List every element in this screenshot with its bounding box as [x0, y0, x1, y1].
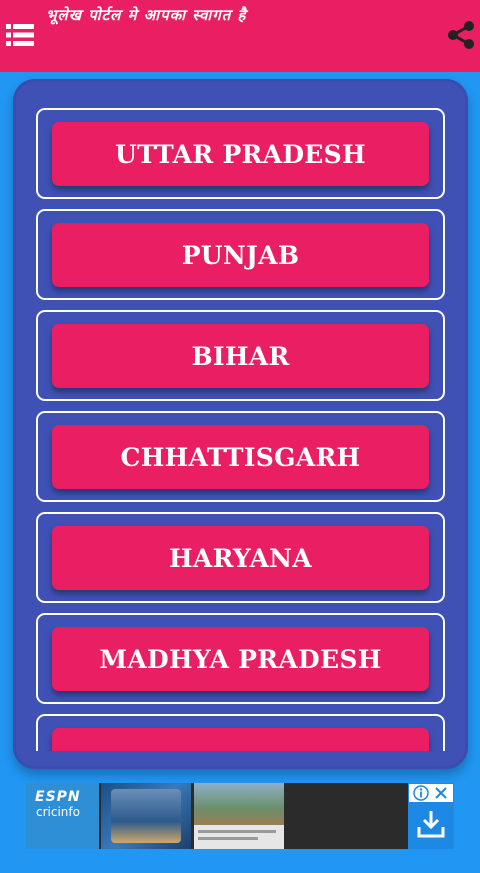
info-icon[interactable] [413, 785, 429, 801]
download-icon [417, 811, 445, 838]
ad-phone-image [101, 783, 191, 849]
state-button[interactable]: HARYANA [52, 526, 429, 590]
state-card [36, 714, 445, 751]
ad-logo-top: ESPN [35, 789, 81, 805]
state-button[interactable]: PUNJAB [52, 223, 429, 287]
ad-info-bar [409, 784, 453, 802]
state-button[interactable]: MADHYA PRADESH [52, 627, 429, 691]
ad-logo: ESPN cricinfo [26, 783, 99, 849]
state-card: UTTAR PRADESH [36, 108, 445, 199]
state-list[interactable]: UTTAR PRADESH PUNJAB BIHAR CHHATTISGARH HARY… [13, 79, 468, 751]
state-button[interactable]: UTTAR PRADESH [52, 122, 429, 186]
state-card: MADHYA PRADESH [36, 613, 445, 704]
app-title: भूलेख पोर्टल मे आपका स्वागत है [46, 6, 247, 24]
state-card: CHHATTISGARH [36, 411, 445, 502]
ad-photo-image [194, 783, 284, 825]
ad-logo-bottom: cricinfo [36, 805, 80, 819]
state-button[interactable]: BIHAR [52, 324, 429, 388]
app-bar: भूलेख पोर्टल मे आपका स्वागत है [0, 0, 480, 72]
ad-caption-image [194, 825, 284, 849]
share-icon[interactable] [447, 20, 475, 50]
state-card: BIHAR [36, 310, 445, 401]
close-icon[interactable] [434, 786, 448, 800]
state-card: HARYANA [36, 512, 445, 603]
list-menu-icon[interactable] [6, 24, 34, 46]
state-button[interactable] [52, 728, 429, 751]
state-card: PUNJAB [36, 209, 445, 300]
state-button[interactable]: CHHATTISGARH [52, 425, 429, 489]
state-list-panel: UTTAR PRADESH PUNJAB BIHAR CHHATTISGARH HARY… [13, 79, 468, 769]
ad-banner[interactable]: ESPN cricinfo [26, 783, 454, 849]
